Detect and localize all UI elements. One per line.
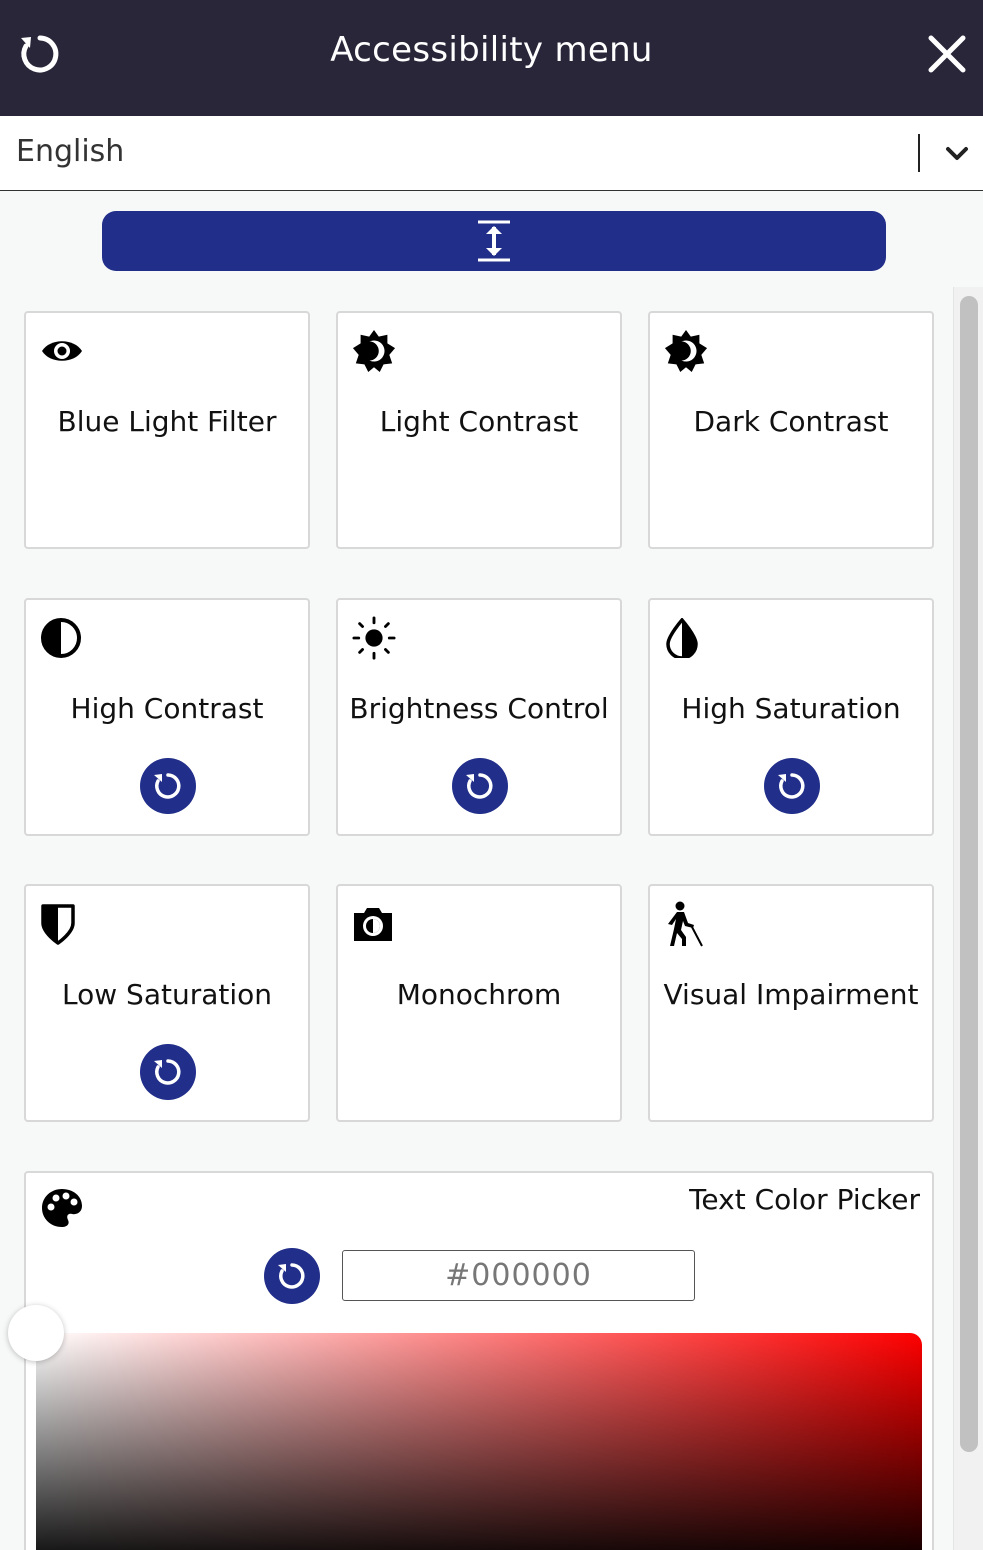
high-contrast-reset-button[interactable] (140, 758, 196, 814)
card-label: Dark Contrast (693, 405, 889, 438)
card-label: Monochrom (396, 978, 562, 1011)
card-high-saturation[interactable]: High Saturation (648, 598, 934, 836)
select-divider (918, 134, 920, 172)
sun-icon (352, 616, 396, 660)
card-light-contrast[interactable]: Light Contrast (336, 311, 622, 549)
card-label: High Saturation (681, 692, 901, 725)
text-color-picker: Text Color Picker (8, 1171, 934, 1550)
low-saturation-reset-button[interactable] (140, 1044, 196, 1100)
reset-icon (154, 773, 181, 799)
eye-icon (42, 341, 82, 361)
card-monochrom[interactable]: Monochrom (336, 884, 622, 1122)
card-label: Brightness Control (349, 692, 609, 725)
blind-walker-icon (668, 901, 703, 947)
close-icon (928, 35, 966, 73)
color-saturation-area[interactable] (36, 1333, 922, 1550)
close-button[interactable] (925, 30, 969, 78)
scrollbar-thumb[interactable] (960, 296, 978, 1452)
drop-half-icon (666, 618, 698, 658)
half-circle-icon (41, 618, 81, 658)
card-label: High Contrast (70, 692, 264, 725)
camera-icon (354, 908, 392, 941)
menu-title: Accessibility menu (330, 30, 653, 70)
card-blue-light-filter[interactable]: Blue Light Filter (24, 311, 310, 549)
dark-contrast-icon (664, 329, 708, 373)
card-label: Low Saturation (62, 978, 272, 1011)
collapse-toggle-button[interactable] (102, 211, 886, 271)
reset-icon (278, 1263, 305, 1289)
card-label: Visual Impairment (663, 978, 919, 1011)
hex-color-input[interactable] (342, 1250, 695, 1301)
color-picker-title: Text Color Picker (689, 1183, 920, 1216)
drop-low-icon (41, 904, 75, 945)
reset-icon (778, 773, 805, 799)
language-select[interactable]: English (0, 116, 983, 191)
color-picker-handle[interactable] (8, 1305, 64, 1361)
card-low-saturation[interactable]: Low Saturation (24, 884, 310, 1122)
language-dropdown-toggle[interactable] (940, 140, 974, 168)
reset-icon (154, 1059, 181, 1085)
brightness-reset-button[interactable] (452, 758, 508, 814)
card-label: Light Contrast (379, 405, 579, 438)
card-dark-contrast[interactable]: Dark Contrast (648, 311, 934, 549)
chevron-down-icon (946, 147, 968, 160)
menu-header: Accessibility menu (0, 0, 983, 116)
color-reset-button[interactable] (264, 1248, 320, 1304)
card-visual-impairment[interactable]: Visual Impairment (648, 884, 934, 1122)
palette-icon (42, 1189, 82, 1227)
vertical-resize-icon (478, 220, 510, 262)
language-value: English (16, 134, 125, 169)
high-saturation-reset-button[interactable] (764, 758, 820, 814)
light-contrast-icon (352, 329, 396, 373)
card-label: Blue Light Filter (57, 405, 277, 438)
card-brightness-control[interactable]: Brightness Control (336, 598, 622, 836)
reset-icon (466, 773, 493, 799)
card-high-contrast[interactable]: High Contrast (24, 598, 310, 836)
